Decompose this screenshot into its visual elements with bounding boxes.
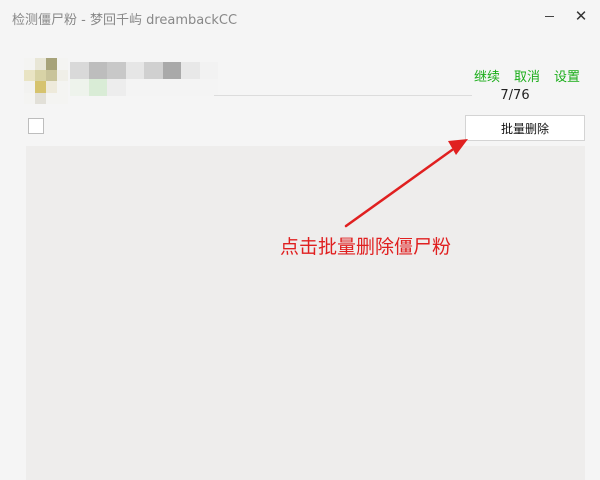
avatar-pixel	[46, 58, 57, 70]
minimize-icon	[544, 15, 554, 17]
name-pixel	[144, 62, 163, 79]
minimize-button[interactable]	[536, 4, 562, 28]
avatar-pixel	[46, 92, 57, 104]
name-pixel	[181, 79, 200, 96]
progress-counter: 7/76	[500, 88, 530, 103]
avatar-pixel	[57, 58, 68, 70]
avatar-pixel	[35, 58, 46, 70]
close-icon: ✕	[574, 7, 588, 25]
avatar-pixel	[35, 92, 46, 104]
avatar-pixel	[57, 81, 68, 93]
continue-link[interactable]: 继续	[474, 66, 500, 85]
name-pixel	[125, 62, 144, 79]
avatar-pixel	[46, 69, 57, 81]
name-pixel	[70, 79, 89, 96]
avatar-pixel	[35, 81, 46, 93]
name-pixel	[162, 79, 181, 96]
avatar-pixel	[35, 69, 46, 81]
cancel-link[interactable]: 取消	[514, 66, 540, 85]
avatar-pixel	[46, 81, 57, 93]
name-pixel	[181, 62, 200, 79]
annotation-text: 点击批量删除僵尸粉	[280, 236, 452, 258]
friend-list-area	[26, 146, 585, 480]
name-pixel	[70, 62, 89, 79]
bulk-delete-button[interactable]: 批量删除	[465, 115, 585, 141]
avatar-pixel	[57, 69, 68, 81]
name-pixel	[125, 79, 144, 96]
avatar	[24, 58, 68, 104]
title-bar: 检测僵尸粉 - 梦回千屿 dreambackCC ✕	[0, 0, 600, 34]
avatar-pixel	[24, 92, 35, 104]
select-all-checkbox[interactable]	[28, 118, 44, 134]
name-pixel	[199, 62, 218, 79]
name-pixel	[144, 79, 163, 96]
avatar-pixel	[24, 58, 35, 70]
settings-link[interactable]: 设置	[554, 66, 580, 85]
avatar-pixel	[24, 81, 35, 93]
profile-name-blurred	[70, 62, 218, 96]
close-button[interactable]: ✕	[568, 4, 594, 28]
avatar-pixel	[57, 92, 68, 104]
avatar-pixel	[24, 69, 35, 81]
name-pixel	[107, 79, 126, 96]
name-pixel	[107, 62, 126, 79]
name-pixel	[199, 79, 218, 96]
name-pixel	[88, 79, 107, 96]
header-divider	[214, 95, 472, 96]
name-pixel	[88, 62, 107, 79]
window-title: 检测僵尸粉 - 梦回千屿 dreambackCC	[12, 13, 238, 28]
name-pixel	[162, 62, 181, 79]
